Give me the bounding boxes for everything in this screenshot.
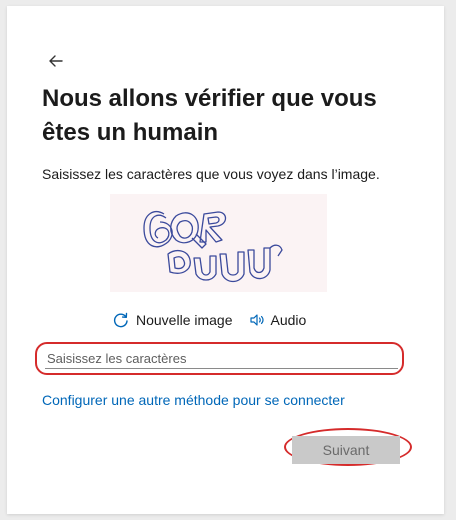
new-image-button[interactable]: Nouvelle image — [112, 311, 233, 329]
speaker-icon — [249, 314, 264, 326]
page: Nous allons vérifier que vous êtes un hu… — [0, 0, 456, 520]
page-title: Nous allons vérifier que vous êtes un hu… — [42, 85, 377, 146]
refresh-icon — [113, 312, 128, 328]
audio-button[interactable]: Audio — [249, 312, 307, 328]
captcha-image — [110, 194, 327, 292]
captcha-glyphs — [143, 211, 283, 283]
back-arrow-icon[interactable] — [45, 50, 67, 72]
captcha-actions: Nouvelle image Audio — [112, 308, 306, 332]
instructions-text: Saisissez les caractères que vous voyez … — [42, 166, 380, 182]
alternate-signin-link[interactable]: Configurer une autre méthode pour se con… — [42, 392, 345, 408]
captcha-input-highlight — [35, 342, 404, 375]
captcha-input[interactable] — [45, 349, 398, 369]
audio-label: Audio — [270, 312, 307, 328]
new-image-label: Nouvelle image — [136, 312, 233, 328]
next-button[interactable]: Suivant — [292, 436, 400, 464]
